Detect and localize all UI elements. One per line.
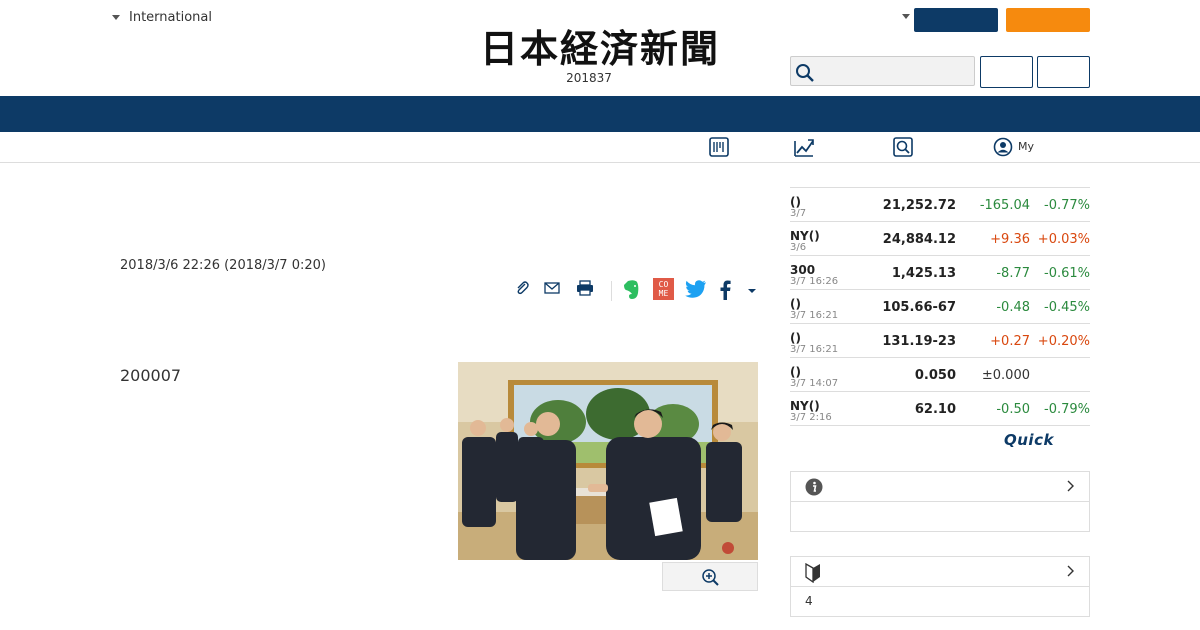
- market-row[interactable]: () 3/7 21,252.72 -165.04 -0.77%: [790, 188, 1090, 222]
- article-photo[interactable]: [458, 362, 758, 560]
- advanced-search-button[interactable]: [1037, 56, 1090, 88]
- header-date: 201837: [566, 71, 612, 85]
- search-input[interactable]: [790, 56, 975, 86]
- market-percent: -0.79%: [1044, 402, 1090, 417]
- market-change: -0.50: [996, 402, 1030, 417]
- market-value: 21,252.72: [882, 198, 956, 213]
- photo-zoom-button[interactable]: [662, 562, 758, 591]
- market-time: 3/7 2:16: [790, 412, 832, 423]
- zoom-in-icon: [702, 569, 719, 586]
- market-row[interactable]: NY() 3/6 24,884.12 +9.36 +0.03%: [790, 222, 1090, 256]
- nikkei-logo[interactable]: 日本経済新聞: [452, 28, 748, 68]
- market-name: NY(): [790, 399, 820, 413]
- my-page-link[interactable]: My: [1018, 140, 1034, 153]
- info-box-body: [791, 502, 1089, 516]
- market-time: 3/7 16:21: [790, 344, 839, 355]
- info-box-header[interactable]: [791, 472, 1089, 502]
- market-change: ±0.000: [981, 368, 1030, 383]
- print-icon[interactable]: [576, 280, 594, 296]
- market-row[interactable]: NY() 3/7 2:16 62.10 -0.50 -0.79%: [790, 392, 1090, 426]
- market-row[interactable]: () 3/7 16:21 105.66-67 -0.48 -0.45%: [790, 290, 1090, 324]
- quick-logo[interactable]: Quick: [1004, 431, 1054, 449]
- market-value: 24,884.12: [882, 232, 956, 247]
- market-percent: -0.45%: [1044, 300, 1090, 315]
- market-percent: +0.03%: [1037, 232, 1090, 247]
- clip-icon[interactable]: [514, 280, 530, 296]
- market-time: 3/7 14:07: [790, 378, 839, 389]
- market-name: (): [790, 365, 801, 379]
- more-dropdown-icon[interactable]: [747, 288, 757, 294]
- beginner-box-header[interactable]: [791, 557, 1089, 587]
- logo-text: 日本経済新聞: [480, 28, 720, 68]
- market-name: 300: [790, 263, 816, 277]
- comemo-icon[interactable]: COME: [653, 278, 674, 300]
- article-date: 2018/3/6 22:26 (2018/3/7 0:20): [120, 258, 326, 273]
- market-time: 3/7 16:26: [790, 276, 839, 287]
- chevron-right-icon: [1067, 565, 1074, 577]
- market-change: +0.27: [990, 334, 1030, 349]
- market-percent: +0.20%: [1037, 334, 1090, 349]
- market-value: 105.66-67: [882, 300, 956, 315]
- chart-icon[interactable]: [793, 137, 815, 159]
- beginner-box: 4: [790, 556, 1090, 617]
- main-navbar: [0, 96, 1200, 132]
- newspaper-icon[interactable]: [709, 137, 729, 157]
- market-percent: -0.61%: [1044, 266, 1090, 281]
- beginner-mark-icon: [805, 563, 820, 583]
- market-row[interactable]: () 3/7 14:07 0.050 ±0.000: [790, 358, 1090, 392]
- subscribe-button[interactable]: [1006, 8, 1090, 32]
- market-percent: -0.77%: [1044, 198, 1090, 213]
- edition-label: International: [129, 10, 212, 25]
- market-change: -165.04: [979, 198, 1030, 213]
- edition-selector[interactable]: International: [112, 10, 212, 25]
- info-icon: [805, 478, 823, 496]
- market-value: 62.10: [914, 402, 956, 417]
- market-time: 3/6: [790, 242, 807, 253]
- article-lead: 200007: [120, 366, 182, 385]
- tool-divider: [611, 281, 612, 301]
- market-name: NY(): [790, 229, 820, 243]
- info-box: [790, 471, 1090, 532]
- comemo-label: COME: [658, 280, 669, 298]
- market-change: -0.48: [996, 300, 1030, 315]
- market-change: -8.77: [996, 266, 1030, 281]
- market-time: 3/7 16:21: [790, 310, 839, 321]
- twitter-icon[interactable]: [685, 280, 707, 298]
- market-value: 0.050: [914, 368, 956, 383]
- market-name: (): [790, 297, 801, 311]
- sub-navigation: My: [0, 132, 1200, 163]
- caret-down-icon: [112, 15, 120, 20]
- market-name: (): [790, 331, 801, 345]
- market-value: 131.19-23: [882, 334, 956, 349]
- search-icon: [796, 64, 814, 82]
- beginner-box-body: 4: [805, 594, 813, 608]
- search-box-icon[interactable]: [893, 137, 913, 157]
- search-button[interactable]: [980, 56, 1033, 88]
- market-table: () 3/7 21,252.72 -165.04 -0.77% NY() 3/6…: [790, 187, 1090, 426]
- market-time: 3/7: [790, 208, 807, 219]
- chevron-right-icon: [1067, 480, 1074, 492]
- market-value: 1,425.13: [891, 266, 956, 281]
- facebook-icon[interactable]: [719, 280, 731, 300]
- login-button[interactable]: [914, 8, 998, 32]
- user-circle-icon[interactable]: [993, 137, 1013, 157]
- market-change: +9.36: [990, 232, 1030, 247]
- evernote-icon[interactable]: [622, 278, 642, 302]
- caret-down-icon[interactable]: [902, 14, 910, 19]
- market-name: (): [790, 195, 801, 209]
- mail-icon[interactable]: [544, 281, 560, 295]
- market-row[interactable]: () 3/7 16:21 131.19-23 +0.27 +0.20%: [790, 324, 1090, 358]
- market-row[interactable]: 300 3/7 16:26 1,425.13 -8.77 -0.61%: [790, 256, 1090, 290]
